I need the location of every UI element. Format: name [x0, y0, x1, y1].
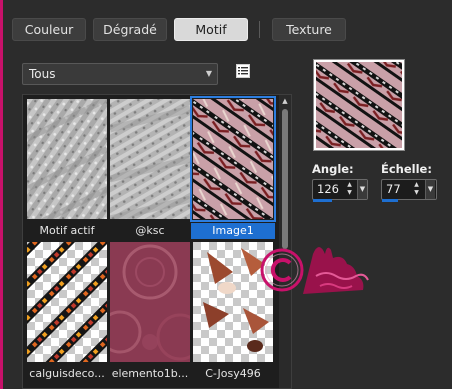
increment-icon[interactable]: ▲	[344, 181, 355, 189]
scale-spinbox[interactable]: 77 ▲ ▼ ▼	[381, 179, 437, 200]
tab-couleur[interactable]: Couleur	[12, 18, 86, 41]
pattern-tile-calguisdeco[interactable]: calguisdeco...	[27, 242, 107, 388]
scroll-up-icon[interactable]: ▲	[279, 95, 291, 107]
decrement-icon[interactable]: ▼	[344, 189, 355, 197]
pattern-label: @ksc	[135, 224, 165, 237]
angle-value: 126	[317, 182, 339, 196]
decrement-icon[interactable]: ▼	[411, 189, 422, 197]
pattern-gallery: Motif actif @ksc Image1 calguisdeco... e…	[22, 94, 292, 389]
chevron-down-icon[interactable]: ▼	[357, 180, 367, 199]
pattern-thumbnail	[110, 242, 190, 362]
increment-icon[interactable]: ▲	[411, 181, 422, 189]
pattern-label: calguisdeco...	[29, 367, 105, 380]
pattern-label: elemento1b...	[111, 367, 189, 380]
angle-slider-indicator	[313, 199, 332, 202]
list-view-icon[interactable]	[236, 64, 252, 79]
angle-stepper[interactable]: ▲ ▼	[344, 181, 355, 198]
tab-degrade[interactable]: Dégradé	[93, 18, 167, 41]
category-select-value: Tous	[29, 67, 56, 81]
category-select[interactable]: Tous ▼	[22, 63, 218, 85]
pattern-thumbnail	[27, 99, 107, 219]
scrollbar-thumb[interactable]	[282, 109, 288, 249]
pattern-tile-image1[interactable]: Image1	[190, 96, 276, 243]
pattern-tile-elemento1b[interactable]: elemento1b...	[110, 242, 190, 388]
scale-slider-indicator	[382, 199, 398, 202]
chevron-down-icon: ▼	[205, 69, 212, 78]
scale-value: 77	[386, 182, 401, 196]
angle-spinbox[interactable]: 126 ▲ ▼ ▼	[312, 179, 368, 200]
tab-texture[interactable]: Texture	[272, 18, 346, 41]
pattern-thumbnail	[27, 242, 107, 362]
window-edge-accent	[0, 0, 3, 389]
pattern-thumbnail	[193, 99, 273, 219]
pattern-label: C-Josy496	[205, 367, 261, 380]
scale-label: Échelle:	[381, 162, 432, 176]
pattern-preview	[313, 59, 405, 151]
chevron-down-icon[interactable]: ▼	[425, 180, 435, 199]
pattern-label: Motif actif	[39, 224, 95, 237]
pattern-tile-motif-actif[interactable]: Motif actif	[27, 99, 107, 243]
pattern-picker-panel: Couleur Dégradé Motif Texture Tous ▼ Mot…	[0, 0, 452, 389]
scale-stepper[interactable]: ▲ ▼	[411, 181, 422, 198]
copyright-seal	[260, 247, 369, 294]
angle-label: Angle:	[312, 162, 354, 176]
pattern-tile-ksc[interactable]: @ksc	[110, 99, 190, 243]
pattern-thumbnail	[110, 99, 190, 219]
tab-motif[interactable]: Motif	[174, 18, 248, 41]
tab-separator	[259, 21, 260, 38]
